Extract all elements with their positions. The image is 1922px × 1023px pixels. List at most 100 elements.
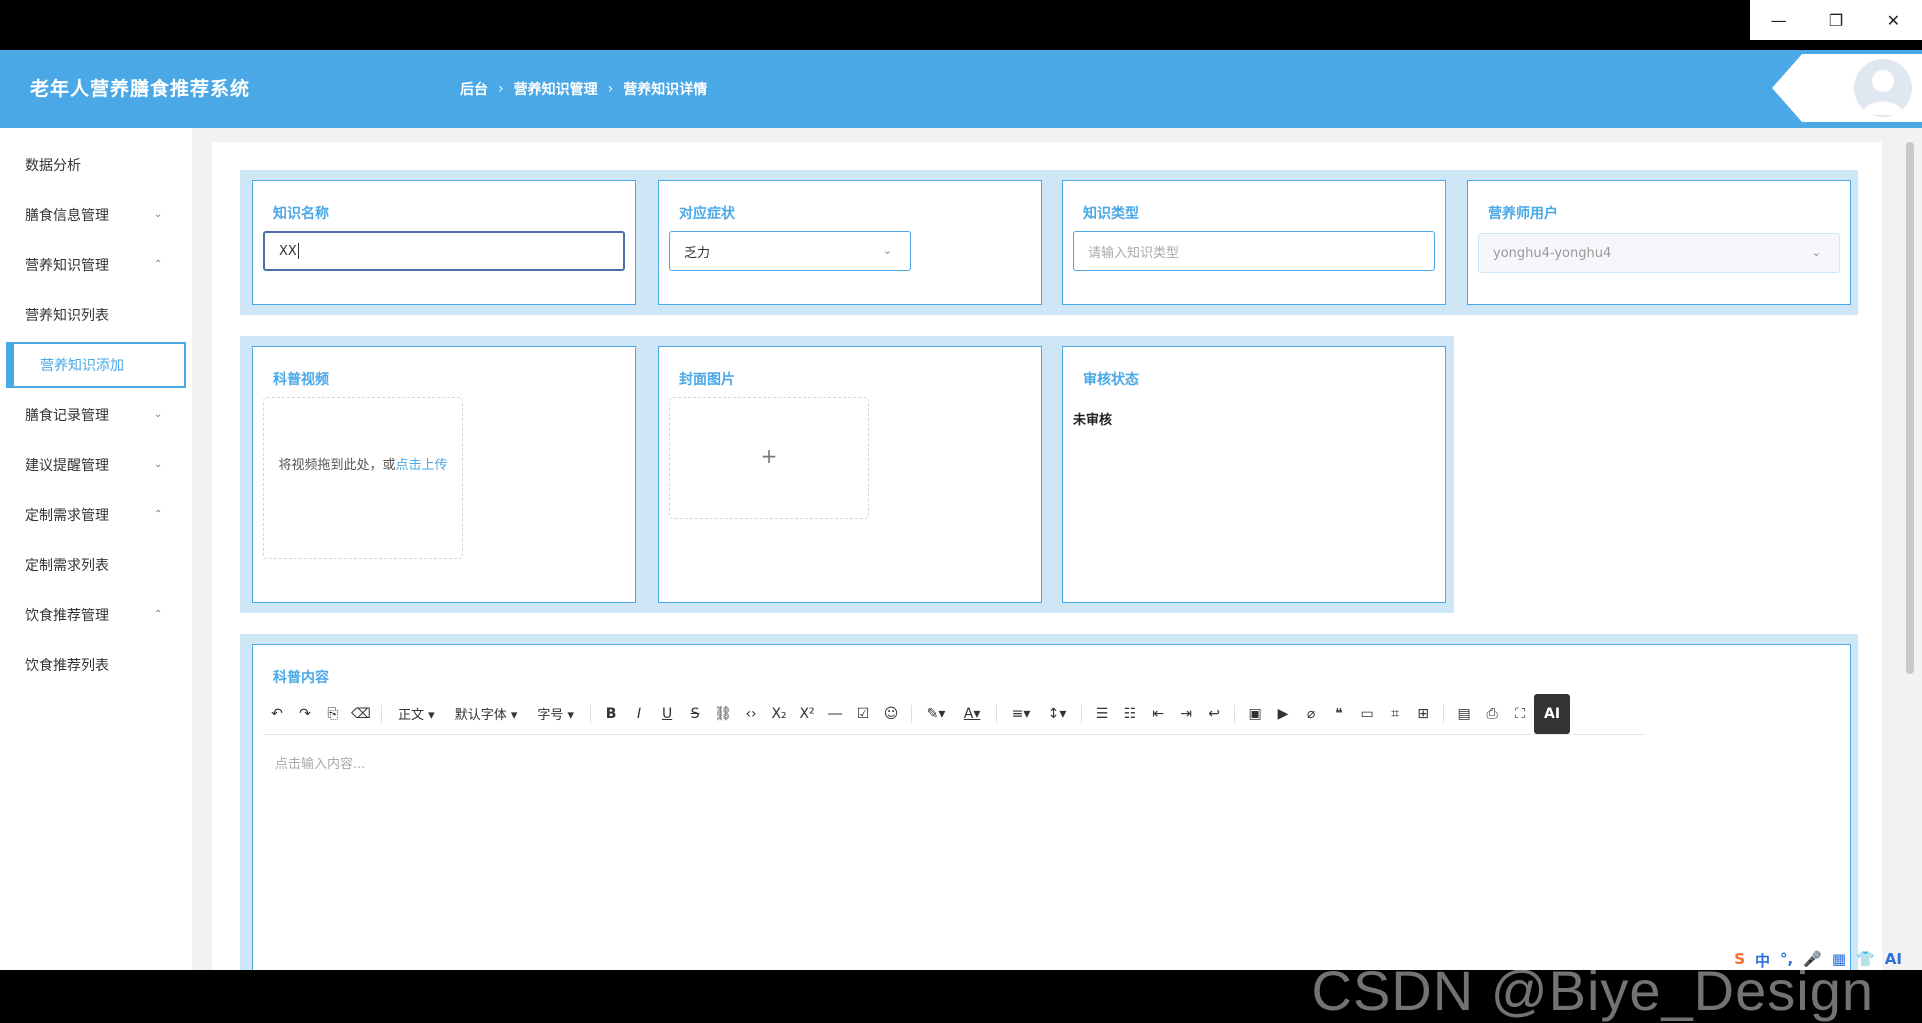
fullscreen-icon[interactable]: ⛶ (1506, 706, 1534, 722)
font-dropdown[interactable]: 默认字体 ▾ (445, 704, 528, 723)
select-value: 乏力 (684, 245, 711, 261)
font-label: 默认字体 (454, 708, 507, 723)
editor-placeholder[interactable]: 点击输入内容... (275, 753, 365, 772)
bullet-list-icon[interactable]: ☰ (1088, 706, 1116, 722)
card-nutritionist: 营养师用户 yonghu4-yonghu4 ⌄ (1467, 180, 1851, 305)
chevron-down-icon: ⌄ (154, 409, 163, 420)
restore-button[interactable]: ❐ (1807, 0, 1864, 40)
window-controls: — ❐ ✕ (1750, 0, 1922, 40)
breadcrumb-separator-icon: › (607, 81, 614, 97)
todo-checkbox-icon[interactable]: ☑ (849, 706, 877, 722)
format-painter-icon[interactable]: ⎘ (319, 706, 347, 722)
quote-icon[interactable]: ❝ (1325, 706, 1353, 722)
field-label: 科普内容 (273, 670, 329, 686)
knowledge-type-input[interactable]: 请输入知识类型 (1073, 231, 1435, 271)
breadcrumb-separator-icon: › (498, 81, 504, 97)
print-icon[interactable]: ⎙ (1478, 706, 1506, 722)
sidebar-item-knowledge-list[interactable]: 营养知识列表 (0, 290, 192, 340)
breadcrumb-home[interactable]: 后台 (460, 79, 488, 99)
toolbar-divider (911, 704, 913, 723)
chevron-down-icon: ⌄ (154, 459, 163, 470)
video-icon[interactable]: ▶ (1269, 706, 1297, 722)
divider-line-icon[interactable]: ― (821, 706, 849, 722)
breadcrumb-current: 营养知识详情 (623, 82, 708, 98)
sidebar-item-knowledge-add[interactable]: 营养知识添加 (6, 342, 186, 388)
superscript-icon[interactable]: X² (793, 706, 821, 722)
indent-increase-icon[interactable]: ⇥ (1172, 706, 1200, 722)
main-area: 数据分析 膳食信息管理 ⌄ 营养知识管理 ⌃ 营养知识列表 营养知识添加 膳食记… (0, 128, 1922, 974)
sidebar-item-recommend-list[interactable]: 饮食推荐列表 (0, 640, 192, 690)
field-label: 审核状态 (1083, 372, 1139, 388)
upload-hint: 将视频拖到此处，或点击上传 (264, 446, 462, 486)
italic-icon[interactable]: I (625, 706, 653, 722)
line-height-icon[interactable]: ↕▾ (1039, 706, 1075, 722)
app-header: 老年人营养膳食推荐系统 后台 › 营养知识管理 › 营养知识详情 (0, 50, 1922, 128)
clear-format-icon[interactable]: ⌫ (347, 706, 375, 722)
app-window: — ❐ ✕ 老年人营养膳食推荐系统 后台 › 营养知识管理 › 营养知识详情 数… (0, 0, 1922, 1022)
chevron-up-icon: ⌃ (154, 609, 163, 620)
breadcrumb: 后台 › 营养知识管理 › 营养知识详情 (460, 79, 707, 99)
redo-icon[interactable]: ↷ (291, 706, 319, 722)
sidebar-item-label: 饮食推荐列表 (25, 658, 109, 674)
emoji-icon[interactable]: ☺ (877, 706, 905, 722)
sidebar-item-diet-info[interactable]: 膳食信息管理 ⌄ (0, 190, 192, 240)
font-color-icon[interactable]: A▾ (954, 706, 990, 722)
close-button[interactable]: ✕ (1865, 0, 1922, 40)
plus-icon: + (760, 444, 778, 468)
video-upload-dropzone[interactable]: 将视频拖到此处，或点击上传 (263, 397, 463, 559)
code-icon[interactable]: ‹› (737, 706, 765, 722)
minimize-button[interactable]: — (1750, 0, 1807, 40)
input-placeholder: 请输入知识类型 (1088, 245, 1180, 261)
highlight-color-icon[interactable]: ✎▾ (918, 706, 954, 722)
symptom-select[interactable]: 乏力 ⌄ (669, 231, 911, 271)
chevron-up-icon: ⌃ (154, 259, 163, 270)
preview-icon[interactable]: ▤ (1450, 706, 1478, 722)
sidebar-item-suggestion[interactable]: 建议提醒管理 ⌄ (0, 440, 192, 490)
paragraph-dropdown[interactable]: 正文 ▾ (388, 704, 445, 723)
bold-icon[interactable]: B (597, 706, 625, 722)
sidebar-item-analytics[interactable]: 数据分析 (0, 140, 192, 190)
cover-upload[interactable]: + (669, 397, 869, 519)
link-icon[interactable]: ⛓ (709, 706, 737, 722)
subscript-icon[interactable]: X₂ (765, 706, 793, 722)
upload-link[interactable]: 点击上传 (396, 458, 448, 473)
align-icon[interactable]: ≡▾ (1003, 706, 1039, 722)
undo-icon[interactable]: ↶ (263, 706, 291, 722)
sidebar-item-demand-list[interactable]: 定制需求列表 (0, 540, 192, 590)
scrollbar[interactable] (1906, 142, 1914, 674)
table-icon[interactable]: ⊞ (1409, 706, 1437, 722)
user-area (1772, 54, 1922, 122)
sidebar: 数据分析 膳食信息管理 ⌄ 营养知识管理 ⌃ 营养知识列表 营养知识添加 膳食记… (0, 128, 192, 970)
field-label: 科普视频 (273, 372, 329, 388)
strikethrough-icon[interactable]: S (681, 706, 709, 722)
font-size-dropdown[interactable]: 字号 ▾ (527, 704, 584, 723)
image-icon[interactable]: ▣ (1241, 706, 1269, 722)
input-value: XX (279, 243, 297, 259)
text-caret (297, 243, 299, 259)
sidebar-item-label: 饮食推荐管理 (25, 608, 109, 624)
chevron-down-icon: ⌄ (154, 209, 163, 220)
audit-status-value: 未审核 (1073, 413, 1113, 428)
ime-ai-icon[interactable]: AI (1885, 950, 1902, 971)
avatar[interactable] (1854, 59, 1912, 117)
ai-assist-button[interactable]: AI (1534, 693, 1571, 734)
breadcrumb-section[interactable]: 营养知识管理 (514, 79, 598, 99)
html-icon[interactable]: ⌗ (1381, 706, 1409, 722)
app-brand: 老年人营养膳食推荐系统 (30, 78, 251, 100)
wrap-icon[interactable]: ↩ (1200, 706, 1228, 722)
nutritionist-select[interactable]: yonghu4-yonghu4 ⌄ (1478, 233, 1840, 273)
sidebar-item-recommend[interactable]: 饮食推荐管理 ⌃ (0, 590, 192, 640)
underline-icon[interactable]: U (653, 706, 681, 722)
code-block-icon[interactable]: ▭ (1353, 706, 1381, 722)
upload-hint-text: 将视频拖到此处，或 (278, 458, 396, 473)
sidebar-item-nutrition-knowledge[interactable]: 营养知识管理 ⌃ (0, 240, 192, 290)
indent-decrease-icon[interactable]: ⇤ (1144, 706, 1172, 722)
sidebar-item-custom-demand[interactable]: 定制需求管理 ⌃ (0, 490, 192, 540)
sidebar-item-label: 数据分析 (25, 158, 81, 174)
knowledge-name-input[interactable]: XX (263, 231, 625, 271)
numbered-list-icon[interactable]: ☷ (1116, 706, 1144, 722)
attachment-icon[interactable]: ⌀ (1297, 706, 1325, 722)
chevron-down-icon: ⌄ (1811, 246, 1821, 259)
sidebar-item-diet-record[interactable]: 膳食记录管理 ⌄ (0, 390, 192, 440)
toolbar-divider (1081, 704, 1083, 723)
